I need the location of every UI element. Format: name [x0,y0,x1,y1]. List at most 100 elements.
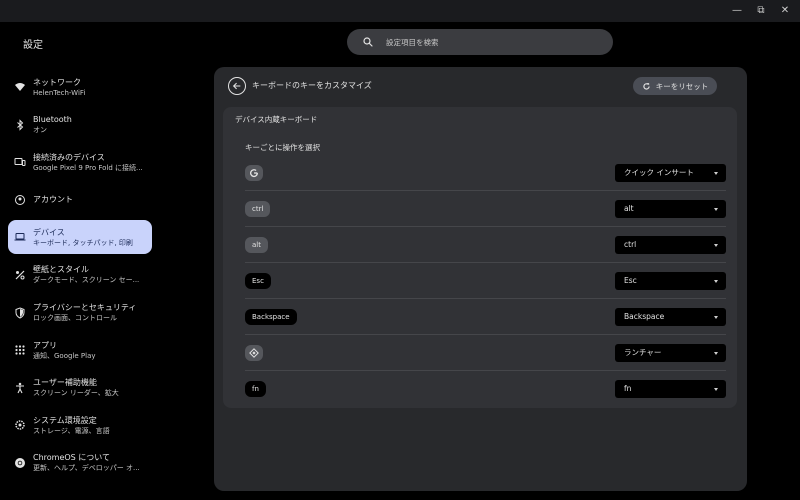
action-select[interactable]: ctrl [615,235,726,254]
sidebar-item-bluetooth[interactable]: Bluetooth オン [8,108,152,142]
keyboard-card: デバイス内蔵キーボード キーごとに操作を選択 クイック インサート ctrl a… [223,107,737,408]
accessibility-icon [16,382,24,393]
chromeos-icon [15,457,25,468]
sidebar-item-subtitle: スクリーン リーダー、拡大 [33,389,119,398]
action-select[interactable]: Backspace [615,307,726,326]
card-subtitle: キーごとに操作を選択 [245,143,320,152]
google-g-icon [250,168,259,177]
sidebar-item-subtitle: 更新、ヘルプ、デベロッパー オ... [33,464,140,473]
content-panel: キーボードのキーをカスタマイズ キーをリセット デバイス内蔵キーボード キーごと… [214,67,747,491]
laptop-icon [14,233,26,241]
sidebar-item-title: Bluetooth [33,115,72,125]
bluetooth-icon [17,118,24,131]
key-row-launcher: ランチャー [245,335,726,371]
action-select-value: alt [624,203,634,213]
back-button[interactable] [228,77,246,95]
sidebar-item-accessibility[interactable]: ユーザー補助機能 スクリーン リーダー、拡大 [8,371,152,405]
key-row-alt: alt ctrl [245,227,726,263]
sidebar-item-title: アカウント [33,195,73,205]
shield-icon [15,307,25,319]
sidebar-item-about-chromeos[interactable]: ChromeOS について 更新、ヘルプ、デベロッパー オ... [8,446,152,480]
chevron-down-icon [714,279,718,283]
action-select-value: Esc [624,275,637,285]
sidebar-item-wallpaper[interactable]: 壁紙とスタイル ダークモード、スクリーン セー... [8,258,152,292]
sidebar-item-subtitle: ダークモード、スクリーン セー... [33,276,140,285]
sidebar-item-subtitle: ストレージ、電源、言語 [33,426,110,435]
sidebar-item-subtitle: キーボード, タッチパッド, 印刷 [33,238,133,247]
action-select-value: fn [624,384,632,393]
minimize-icon[interactable]: — [730,4,744,18]
close-icon[interactable]: ✕ [778,4,792,18]
reset-keys-button[interactable]: キーをリセット [633,77,717,95]
wifi-icon [15,83,25,91]
sidebar-item-subtitle: HelenTech-WiFi [33,88,86,97]
sidebar-item-title: デバイス [33,227,65,237]
key-remap-list: クイック インサート ctrl alt alt ctrl Esc Esc Bac… [245,155,726,407]
key-chip: Backspace [245,308,297,325]
sidebar-nav: ネットワーク HelenTech-WiFi Bluetooth オン 接続済みの… [8,70,152,484]
sidebar-item-account[interactable]: アカウント [8,183,152,217]
key-chip: Esc [245,272,271,289]
key-chip [245,164,263,181]
key-row-google: クイック インサート [245,155,726,191]
reset-keys-label: キーをリセット [655,81,709,91]
search-icon [363,37,373,47]
key-chip: alt [245,236,268,253]
sidebar-item-network[interactable]: ネットワーク HelenTech-WiFi [8,70,152,104]
sidebar-item-subtitle: オン [33,126,47,135]
key-chip [245,344,263,361]
key-chip: ctrl [245,200,271,217]
sidebar-item-title: ユーザー補助機能 [33,378,97,388]
maximize-icon[interactable]: ⧉ [754,4,768,18]
arrow-back-icon [232,82,241,90]
search-bar[interactable]: 設定項目を検索 [347,29,613,55]
action-select-value: クイック インサート [624,167,694,177]
sidebar-item-title: ChromeOS について [33,453,111,463]
apps-grid-icon [15,345,25,355]
chevron-down-icon [714,171,718,175]
action-select[interactable]: ランチャー [615,343,726,362]
sidebar-item-title: ネットワーク [33,77,81,87]
launcher-icon [249,347,259,358]
system-gear-icon [15,420,25,431]
action-select[interactable]: クイック インサート [615,163,726,182]
sidebar-item-apps[interactable]: アプリ 通知、Google Play [8,333,152,367]
sidebar-item-system-preferences[interactable]: システム環境設定 ストレージ、電源、言語 [8,408,152,442]
palette-icon [15,270,25,280]
key-row-fn: fn fn [245,371,726,407]
sidebar-item-subtitle: 通知、Google Play [33,351,96,360]
chevron-down-icon [714,207,718,211]
sidebar-item-title: 接続済みのデバイス [33,152,105,162]
refresh-icon [643,82,650,90]
account-icon [15,194,25,205]
title-bar: — ⧉ ✕ [0,0,800,22]
key-row-esc: Esc Esc [245,263,726,299]
chevron-down-icon [714,351,718,355]
sidebar-item-title: プライバシーとセキュリティ [33,303,137,313]
action-select-value: ctrl [624,239,637,249]
sidebar-item-subtitle: ロック画面、コントロール [33,314,117,323]
sidebar-item-title: システム環境設定 [33,415,97,425]
chevron-down-icon [714,388,718,391]
page-title: キーボードのキーをカスタマイズ [252,81,372,90]
settings-window: 設定 設定項目を検索 ネットワーク HelenTech-WiFi Bluetoo… [0,22,800,500]
action-select[interactable]: fn [615,380,726,398]
sidebar-item-connected-devices[interactable]: 接続済みのデバイス Google Pixel 9 Pro Fold に接続... [8,145,152,179]
card-title: デバイス内蔵キーボード [235,115,318,124]
key-chip: fn [245,381,266,397]
connected-devices-icon [14,158,26,167]
action-select-value: ランチャー [624,347,662,357]
action-select[interactable]: Esc [615,271,726,290]
action-select-value: Backspace [624,311,665,321]
chevron-down-icon [714,243,718,247]
sidebar-item-privacy[interactable]: プライバシーとセキュリティ ロック画面、コントロール [8,296,152,330]
sidebar-item-subtitle: Google Pixel 9 Pro Fold に接続... [33,163,143,172]
search-placeholder: 設定項目を検索 [386,37,439,47]
sidebar-item-title: 壁紙とスタイル [33,265,89,275]
sidebar-item-title: アプリ [33,340,57,350]
sidebar-item-device[interactable]: デバイス キーボード, タッチパッド, 印刷 [8,220,152,255]
app-title: 設定 [23,40,43,51]
chevron-down-icon [714,315,718,319]
key-row-ctrl: ctrl alt [245,191,726,227]
action-select[interactable]: alt [615,199,726,218]
